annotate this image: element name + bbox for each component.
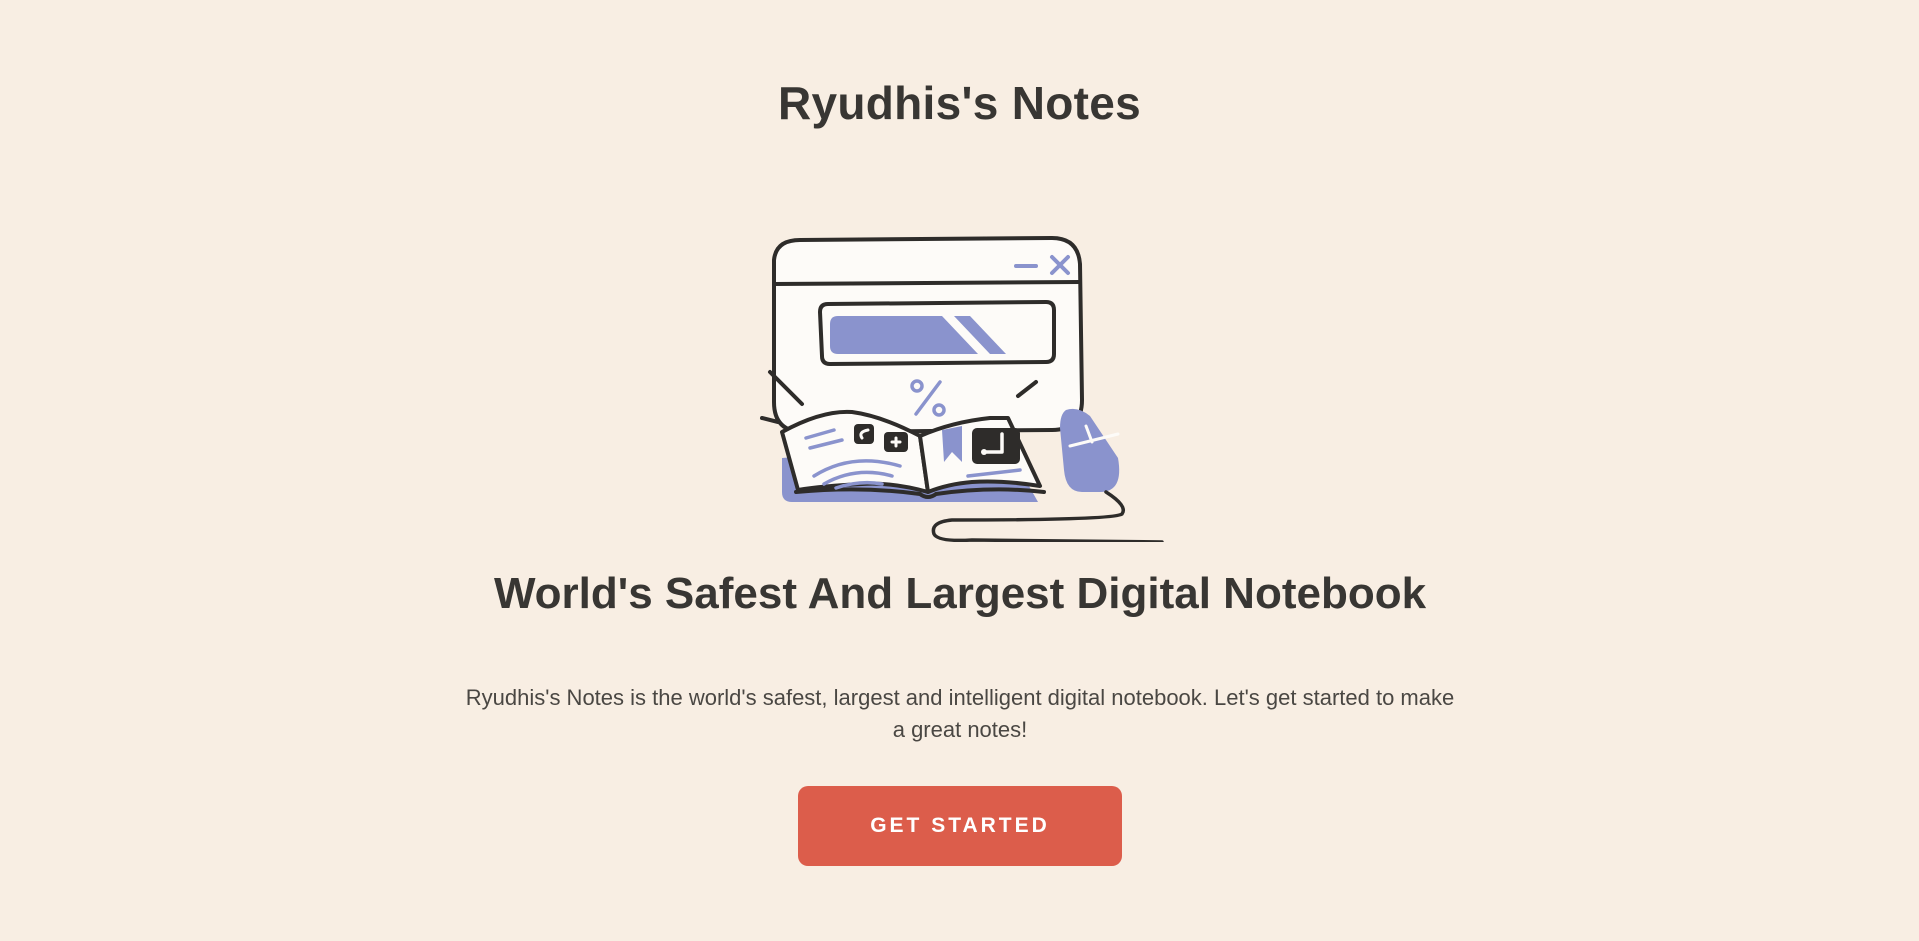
hero-heading: World's Safest And Largest Digital Noteb…: [493, 569, 1427, 618]
site-title: Ryudhis's Notes: [777, 77, 1142, 129]
notebook-computer-illustration-icon: [752, 230, 1172, 544]
hero-description: Ryudhis's Notes is the world's safest, l…: [465, 685, 1455, 742]
get-started-button[interactable]: GET STARTED: [798, 786, 1122, 866]
